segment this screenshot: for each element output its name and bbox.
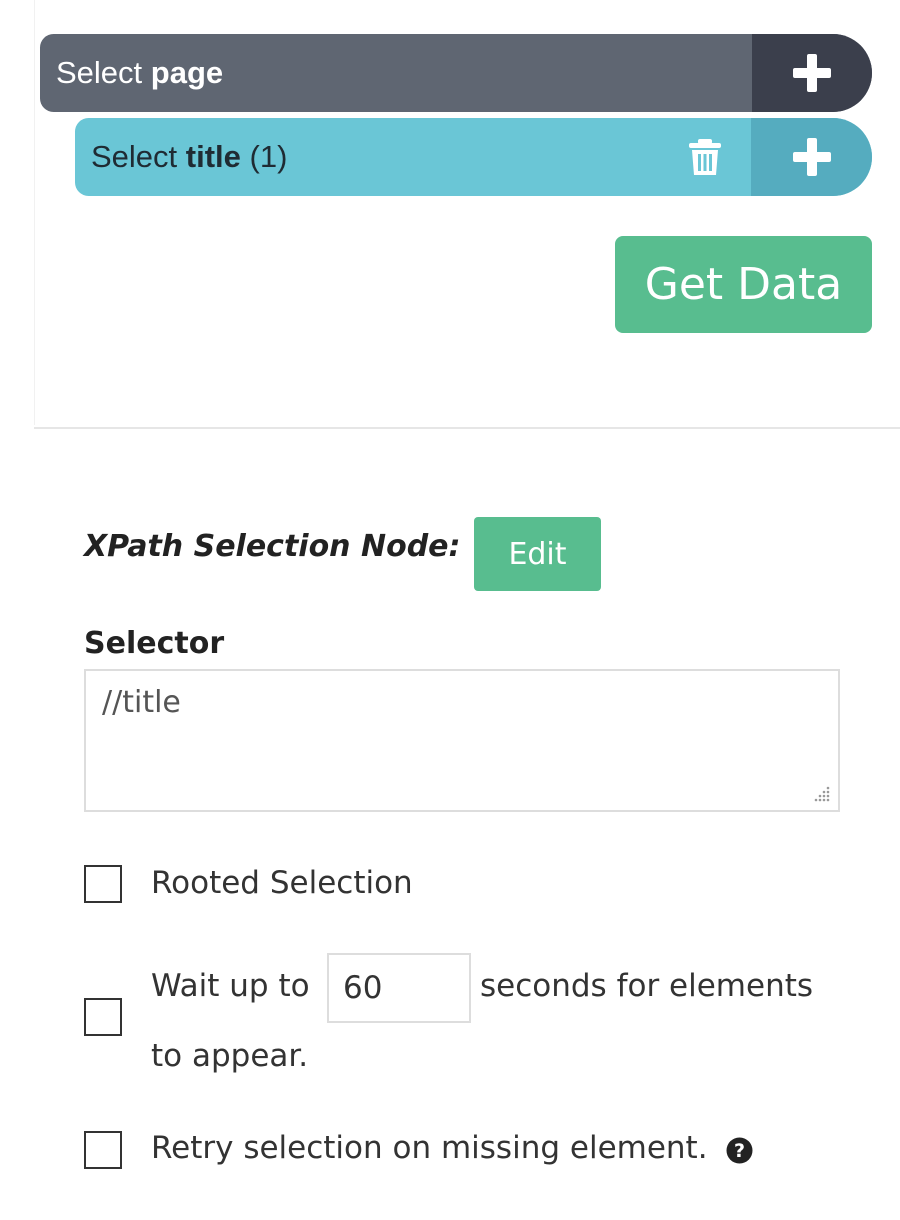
node-bar-page[interactable]: Select page (40, 34, 872, 112)
question-circle-icon[interactable]: ? (726, 1137, 753, 1164)
wait-prefix-label: Wait up to (151, 968, 310, 1004)
node-prefix: Select (91, 139, 178, 174)
trash-icon (689, 139, 721, 175)
wait-suffix-label: seconds for elements (480, 968, 814, 1004)
node-name: page (150, 55, 224, 90)
selector-label: Selector (84, 626, 225, 661)
section-divider (34, 427, 900, 429)
plus-icon (793, 54, 831, 92)
node-bar-title-label: Select title (1) (91, 118, 287, 196)
add-child-title-button[interactable] (751, 118, 872, 196)
delete-node-button[interactable] (683, 137, 727, 177)
node-type-label: XPath Selection Node: (84, 529, 461, 564)
add-child-page-button[interactable] (752, 34, 872, 112)
rooted-selection-label: Rooted Selection (151, 865, 413, 901)
node-bar-title[interactable]: Select title (1) (75, 118, 872, 196)
wait-seconds-input[interactable]: 60 (327, 953, 471, 1023)
retry-selection-label: Retry selection on missing element. (151, 1130, 708, 1166)
selector-textarea[interactable]: //title (84, 669, 840, 812)
get-data-button[interactable]: Get Data (615, 236, 872, 333)
selector-value: //title (102, 685, 181, 720)
svg-text:?: ? (734, 1140, 745, 1162)
wait-suffix-label-line2: to appear. (151, 1038, 309, 1074)
node-count: (1) (249, 139, 288, 174)
node-prefix: Select (56, 55, 143, 90)
wait-checkbox[interactable] (84, 998, 122, 1036)
edit-button[interactable]: Edit (474, 517, 601, 591)
plus-icon (792, 138, 831, 176)
node-name: title (185, 139, 241, 174)
rooted-selection-checkbox[interactable] (84, 865, 122, 903)
panel-left-border (34, 0, 35, 425)
resize-grip-icon[interactable] (814, 786, 830, 802)
node-bar-page-label: Select page (56, 34, 223, 112)
retry-selection-checkbox[interactable] (84, 1131, 122, 1169)
